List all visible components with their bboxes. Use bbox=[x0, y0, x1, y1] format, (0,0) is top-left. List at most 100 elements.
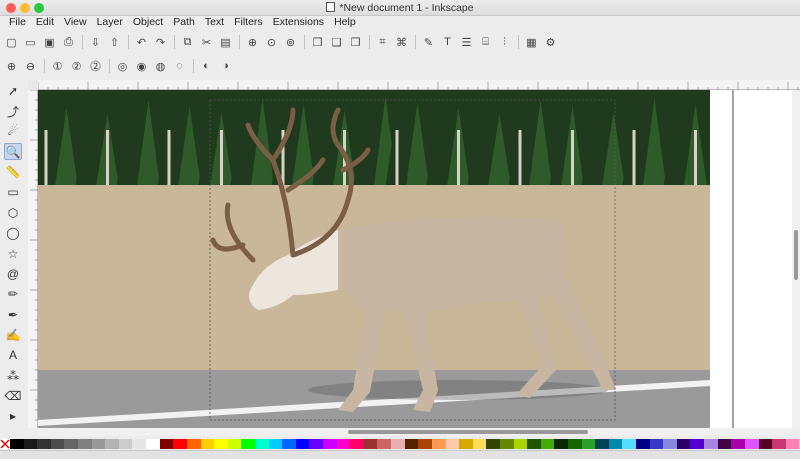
reindeer-photo[interactable] bbox=[38, 90, 792, 428]
color-swatch[interactable] bbox=[391, 439, 405, 449]
color-swatch[interactable] bbox=[336, 439, 351, 449]
group-icon[interactable]: ⌗ bbox=[375, 35, 390, 50]
color-swatch[interactable] bbox=[486, 439, 500, 449]
color-swatch[interactable] bbox=[744, 439, 759, 449]
color-swatch[interactable] bbox=[78, 439, 92, 449]
color-swatch[interactable] bbox=[118, 439, 133, 449]
color-swatch[interactable] bbox=[363, 439, 378, 449]
color-swatch[interactable] bbox=[146, 439, 160, 449]
color-swatch[interactable] bbox=[472, 439, 487, 449]
color-swatch[interactable] bbox=[241, 439, 255, 449]
color-swatch[interactable] bbox=[200, 439, 215, 449]
color-swatch[interactable] bbox=[663, 439, 677, 449]
document-properties-icon[interactable]: ▦ bbox=[524, 35, 539, 50]
ellipse-tool-icon[interactable]: ◯ bbox=[4, 224, 22, 241]
color-swatch[interactable] bbox=[377, 439, 392, 449]
color-swatch[interactable] bbox=[227, 439, 242, 449]
unlink-clone-icon[interactable]: ❒ bbox=[348, 35, 363, 50]
color-swatch[interactable] bbox=[581, 439, 596, 449]
copy-icon[interactable]: ⧉ bbox=[180, 35, 195, 50]
color-swatch[interactable] bbox=[540, 439, 555, 449]
rectangle-tool-icon[interactable]: ▭ bbox=[4, 184, 22, 201]
no-paint-swatch[interactable] bbox=[0, 439, 10, 449]
cut-icon[interactable]: ✂ bbox=[199, 35, 214, 50]
color-swatch[interactable] bbox=[608, 439, 623, 449]
calligraphy-tool-icon[interactable]: ✍ bbox=[4, 326, 22, 343]
pen-tool-icon[interactable]: ✒ bbox=[4, 306, 22, 323]
color-swatch[interactable] bbox=[527, 439, 541, 449]
color-swatch[interactable] bbox=[431, 439, 446, 449]
selector-tool-icon[interactable]: ➚ bbox=[4, 82, 22, 99]
horizontal-ruler[interactable] bbox=[37, 80, 800, 90]
menu-path[interactable]: Path bbox=[168, 16, 200, 30]
zoom-width-tc-icon[interactable]: ◌ bbox=[172, 59, 187, 74]
star-tool-icon[interactable]: ☆ bbox=[4, 245, 22, 262]
fill-stroke-icon[interactable]: ✎ bbox=[421, 35, 436, 50]
color-swatch[interactable] bbox=[214, 439, 228, 449]
export-icon[interactable]: ⇧ bbox=[107, 35, 122, 50]
color-swatch[interactable] bbox=[717, 439, 732, 449]
color-swatch[interactable] bbox=[690, 439, 705, 449]
color-swatch[interactable] bbox=[554, 439, 568, 449]
menu-layer[interactable]: Layer bbox=[92, 16, 128, 30]
zoom-prev-icon[interactable]: ◐ bbox=[199, 59, 214, 74]
color-swatch[interactable] bbox=[418, 439, 432, 449]
color-swatch[interactable] bbox=[132, 439, 147, 449]
color-swatch[interactable] bbox=[499, 439, 514, 449]
color-swatch[interactable] bbox=[268, 439, 283, 449]
color-swatch[interactable] bbox=[105, 439, 119, 449]
menu-help[interactable]: Help bbox=[329, 16, 361, 30]
color-swatch[interactable] bbox=[649, 439, 664, 449]
layers-icon[interactable]: ☰ bbox=[459, 35, 474, 50]
color-swatch[interactable] bbox=[445, 439, 460, 449]
color-swatch[interactable] bbox=[595, 439, 609, 449]
ungroup-icon[interactable]: ⌘ bbox=[394, 35, 409, 50]
zoom-1to1-icon[interactable]: ① bbox=[50, 59, 65, 74]
color-swatch[interactable] bbox=[159, 439, 174, 449]
align-icon[interactable]: ⫶ bbox=[497, 35, 512, 50]
zoom-page-icon[interactable]: ⊚ bbox=[283, 35, 298, 50]
menu-view[interactable]: View bbox=[59, 16, 92, 30]
color-swatch[interactable] bbox=[186, 439, 201, 449]
menu-edit[interactable]: Edit bbox=[31, 16, 59, 30]
horizontal-scroll-thumb[interactable] bbox=[348, 430, 588, 434]
color-swatch[interactable] bbox=[10, 439, 24, 449]
color-swatch[interactable] bbox=[323, 439, 337, 449]
color-swatch[interactable] bbox=[23, 439, 38, 449]
zoom-drawing-tc-icon[interactable]: ◉ bbox=[134, 59, 149, 74]
color-swatch[interactable] bbox=[636, 439, 650, 449]
3d-box-tool-icon[interactable]: ⬡ bbox=[4, 204, 22, 221]
zoom-selection-tc-icon[interactable]: ◎ bbox=[115, 59, 130, 74]
more-tools-icon[interactable]: ▸ bbox=[4, 408, 22, 425]
color-swatch[interactable] bbox=[404, 439, 419, 449]
zoom-drawing-icon[interactable]: ⊙ bbox=[264, 35, 279, 50]
save-icon[interactable]: ▣ bbox=[42, 35, 57, 50]
zoom-in-icon[interactable]: ⊕ bbox=[4, 59, 19, 74]
vertical-ruler[interactable] bbox=[28, 89, 38, 428]
horizontal-scrollbar[interactable] bbox=[38, 428, 792, 436]
zoom-2to1-icon[interactable]: ⓶ bbox=[88, 59, 103, 74]
menu-text[interactable]: Text bbox=[200, 16, 229, 30]
color-swatch[interactable] bbox=[513, 439, 528, 449]
zoom-1to2-icon[interactable]: ② bbox=[69, 59, 84, 74]
menu-object[interactable]: Object bbox=[128, 16, 168, 30]
tweak-tool-icon[interactable]: ☄ bbox=[4, 123, 22, 140]
preferences-icon[interactable]: ⚙ bbox=[543, 35, 558, 50]
color-swatch[interactable] bbox=[64, 439, 79, 449]
color-swatch[interactable] bbox=[704, 439, 718, 449]
color-swatch[interactable] bbox=[91, 439, 106, 449]
color-swatch[interactable] bbox=[676, 439, 691, 449]
color-swatch[interactable] bbox=[622, 439, 637, 449]
zoom-selection-icon[interactable]: ⊕ bbox=[245, 35, 260, 50]
color-swatch[interactable] bbox=[295, 439, 310, 449]
zoom-out-icon[interactable]: ⊖ bbox=[23, 59, 38, 74]
xml-editor-icon[interactable]: ⌸ bbox=[478, 35, 493, 50]
color-swatch[interactable] bbox=[731, 439, 745, 449]
spray-tool-icon[interactable]: ⁂ bbox=[4, 367, 22, 384]
color-swatch[interactable] bbox=[309, 439, 324, 449]
color-swatch[interactable] bbox=[567, 439, 582, 449]
color-swatch[interactable] bbox=[350, 439, 364, 449]
color-swatch[interactable] bbox=[772, 439, 786, 449]
text-tool-icon[interactable]: A bbox=[4, 347, 22, 364]
import-icon[interactable]: ⇩ bbox=[88, 35, 103, 50]
